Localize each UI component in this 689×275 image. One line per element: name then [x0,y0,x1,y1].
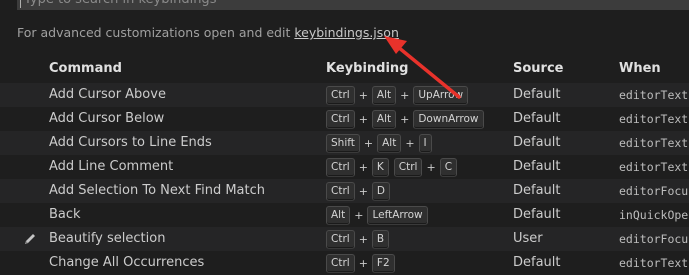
key-plus: + [405,136,415,150]
customization-hint: For advanced customizations open and edi… [17,25,399,40]
command-label: Add Line Comment [49,159,174,174]
table-row[interactable]: Add Cursor Above Ctrl + Alt + UpArrow Default e… [0,83,689,107]
hint-text: For advanced customizations open and edi… [17,25,295,40]
command-label: Add Cursor Above [49,87,166,102]
key-cap: I [418,133,432,153]
key-cap: Shift [326,133,360,153]
keybinding-cell: Ctrl + Alt + UpArrow [326,85,469,105]
key-cap: Alt [371,109,397,129]
table-row[interactable]: Add Selection To Next Find Match Ctrl + D De… [0,179,689,203]
column-header-when[interactable]: When [619,61,661,76]
key-cap: Ctrl [326,229,355,249]
key-cap: D [371,181,390,201]
column-header-keybinding[interactable]: Keybinding [326,61,408,76]
key-cap: K [371,157,389,177]
keybindings-list: Add Cursor Above Ctrl + Alt + UpArrow Default e… [0,83,689,275]
key-cap: Ctrl [326,85,355,105]
key-cap: DownArrow [413,109,484,129]
key-cap: Ctrl [326,181,355,201]
keybinding-cell: Ctrl + Alt + DownArrow [326,109,484,129]
table-row[interactable]: Add Line Comment Ctrl + K Ctrl + C Default edito… [0,155,689,179]
key-plus: + [363,136,374,150]
key-plus: + [400,112,410,126]
column-header-command[interactable]: Command [49,61,122,76]
key-cap: Ctrl [393,157,423,177]
keybindings-json-link[interactable]: keybindings.json [294,25,399,40]
keybinding-cell: Alt + LeftArrow [326,205,428,225]
source-label: Default [513,87,561,102]
key-cap: B [371,229,390,249]
source-label: Default [513,207,561,222]
text-caret [20,0,21,8]
keybinding-cell: Ctrl + D [326,181,390,201]
command-label: Add Cursor Below [49,111,165,126]
table-row[interactable]: Change All Occurrences Ctrl + F2 Default edit… [0,251,689,275]
key-plus: + [358,232,368,246]
source-label: Default [513,255,561,270]
source-label: User [513,231,543,246]
keybinding-cell: Ctrl + F2 [326,253,395,273]
key-plus: + [358,160,368,174]
key-cap: Ctrl [326,109,355,129]
command-label: Change All Occurrences [49,255,205,270]
keybindings-editor: For advanced customizations open and edi… [0,0,689,275]
keybinding-cell: Ctrl + K Ctrl + C [326,157,458,177]
source-label: Default [513,135,561,150]
source-label: Default [513,159,561,174]
key-plus: + [358,256,368,270]
key-cap: Alt [377,133,402,153]
source-label: Default [513,183,561,198]
search-box[interactable] [17,0,689,11]
key-plus: + [358,88,368,102]
keybinding-cell: Ctrl + B [326,229,390,249]
when-clause: editorTextF [619,160,689,174]
command-label: Add Selection To Next Find Match [49,183,266,198]
key-cap: Alt [371,85,397,105]
column-header-source[interactable]: Source [513,61,563,76]
key-cap: LeftArrow [367,205,428,225]
when-clause: inQuickOpen [619,208,689,222]
key-plus: + [426,160,436,174]
when-clause: editorFocus [619,184,689,198]
key-cap: Alt [326,205,351,225]
key-plus: + [358,112,368,126]
when-clause: editorTextF [619,136,689,150]
table-row[interactable]: Add Cursors to Line Ends Shift + Alt + I Defau… [0,131,689,155]
key-cap: Ctrl [326,157,355,177]
key-plus: + [358,184,368,198]
pencil-icon[interactable] [22,231,38,247]
table-row[interactable]: Add Cursor Below Ctrl + Alt + DownArrow Defaul… [0,107,689,131]
table-header: Command Keybinding Source When [0,57,689,81]
key-plus: + [354,208,364,222]
when-clause: editorTextF [619,88,689,102]
key-cap: UpArrow [413,85,469,105]
when-clause: editorTextF [619,256,689,270]
key-cap: Ctrl [326,253,355,273]
table-row[interactable]: Beautify selection Ctrl + B User editorFocus [0,227,689,251]
command-label: Beautify selection [49,231,166,246]
search-input[interactable] [24,0,624,11]
key-plus: + [400,88,410,102]
command-label: Back [49,207,81,222]
when-clause: editorTextF [619,112,689,126]
source-label: Default [513,111,561,126]
keybinding-cell: Shift + Alt + I [326,133,432,153]
key-cap: F2 [371,253,395,273]
when-clause: editorFocus [619,232,689,246]
key-cap: C [439,157,458,177]
command-label: Add Cursors to Line Ends [49,135,212,150]
table-row[interactable]: Back Alt + LeftArrow Default inQuickOpen [0,203,689,227]
